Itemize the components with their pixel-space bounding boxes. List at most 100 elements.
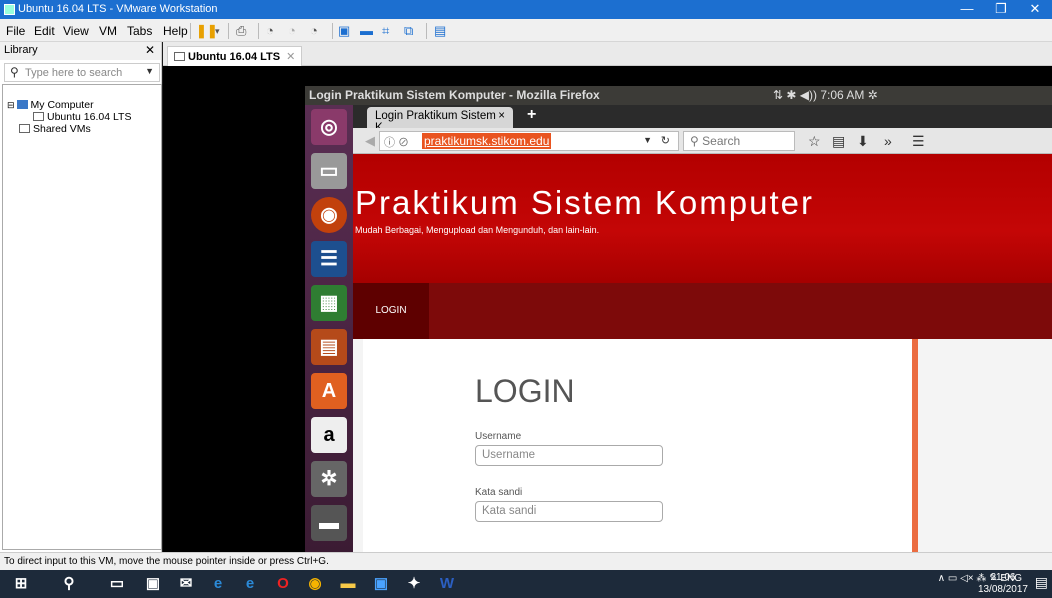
site-content: LOGIN Username Username Kata sandi Kata …: [353, 339, 1052, 552]
unity-launcher: ◎ ▭ ◉ ☰ ▦ ▤ A a ✲ ▬: [305, 105, 353, 552]
file-explorer-icon[interactable]: ▬: [337, 574, 359, 594]
close-button[interactable]: ✕: [1018, 0, 1052, 19]
writer-icon[interactable]: ☰: [311, 241, 347, 277]
library-tree: ⊟ My Computer Ubuntu 16.04 LTS Shared VMs: [2, 84, 162, 550]
site-title[interactable]: Praktikum Sistem Komputer: [355, 184, 814, 222]
clock[interactable]: 21:06 13/08/2017: [978, 572, 1028, 596]
unity-icon[interactable]: ⧉: [404, 23, 413, 39]
vm-tab-strip: Ubuntu 16.04 LTS ✕: [163, 42, 1052, 66]
tree-item-ubuntu[interactable]: Ubuntu 16.04 LTS: [33, 111, 131, 123]
library-close-icon[interactable]: ✕: [145, 43, 155, 57]
show-library-icon[interactable]: ▣: [338, 23, 350, 39]
notification-icon[interactable]: ▤: [1035, 574, 1048, 591]
files-icon[interactable]: ▭: [311, 153, 347, 189]
site-info-icon[interactable]: ⓘ ⊘: [384, 134, 409, 150]
chevron-down-icon[interactable]: ▼: [145, 66, 154, 76]
username-label: Username: [475, 431, 522, 442]
library-panel: Library ✕ ⚲ Type here to search ▼ ⊟ My Co…: [0, 42, 162, 552]
vmware-app-icon: [4, 4, 15, 15]
console-view-icon[interactable]: ▤: [434, 23, 446, 39]
url-text[interactable]: praktikumsk.stikom.edu: [422, 133, 552, 149]
opera-icon[interactable]: O: [272, 574, 294, 594]
download-icon[interactable]: ⬇: [857, 133, 869, 150]
thumbnail-bar-icon[interactable]: ▬: [360, 23, 373, 39]
search-icon[interactable]: ⚲: [58, 574, 80, 594]
mail-icon[interactable]: ✉: [175, 574, 197, 594]
windows-taskbar: ⊞ ⚲ ▭ ▣ ✉ e e O ◉ ▬ ▣ ✦ W ∧ ▭ ◁× ⁂ ✎ ENG…: [0, 570, 1052, 598]
minimize-button[interactable]: —: [950, 0, 984, 19]
hamburger-menu-icon[interactable]: ☰: [912, 133, 925, 150]
menu-edit[interactable]: Edit: [34, 24, 55, 38]
browser-nav-bar: ◀ ⓘ ⊘ praktikumsk.stikom.edu ▼ ↻ ⚲ Searc…: [353, 128, 1052, 154]
guest-desktop[interactable]: Login Praktikum Sistem Komputer - Mozill…: [305, 86, 1052, 552]
guest-window-title: Login Praktikum Sistem Komputer - Mozill…: [309, 88, 600, 102]
app-icon[interactable]: ✦: [403, 574, 425, 594]
menu-view[interactable]: View: [63, 24, 89, 38]
software-center-icon[interactable]: A: [311, 373, 347, 409]
page-scrollbar[interactable]: [912, 339, 918, 552]
tree-item-my-computer[interactable]: ⊟ My Computer: [7, 99, 94, 111]
firefox-window: Login Praktikum Sistem K × + ◀ ⓘ ⊘ prakt…: [353, 105, 1052, 552]
word-icon[interactable]: W: [436, 574, 458, 594]
overflow-icon[interactable]: »: [884, 133, 892, 149]
collapse-icon[interactable]: ⊟: [7, 100, 15, 110]
reload-icon[interactable]: ↻: [661, 134, 670, 147]
vmware-taskbar-icon[interactable]: ▣: [370, 574, 392, 594]
amazon-icon[interactable]: a: [311, 417, 347, 453]
toolbar-separator: [228, 23, 229, 39]
browser-tab[interactable]: Login Praktikum Sistem K ×: [367, 107, 513, 134]
url-bar[interactable]: ⓘ ⊘ praktikumsk.stikom.edu ▼ ↻: [379, 131, 679, 151]
menu-tabs[interactable]: Tabs: [127, 24, 152, 38]
menu-help[interactable]: Help: [163, 24, 188, 38]
username-input[interactable]: Username: [475, 445, 663, 466]
password-input[interactable]: Kata sandi: [475, 501, 663, 522]
tab-label: Ubuntu 16.04 LTS: [188, 51, 281, 63]
menu-file[interactable]: File: [6, 24, 25, 38]
task-view-icon[interactable]: ▭: [106, 574, 128, 594]
ubuntu-dash-icon[interactable]: ◎: [311, 109, 347, 145]
chrome-icon[interactable]: ◉: [304, 574, 326, 594]
status-text: To direct input to this VM, move the mou…: [4, 556, 329, 567]
snapshot-manager-icon[interactable]: ◔: [310, 23, 318, 39]
vm-icon: [33, 112, 44, 121]
menu-vm[interactable]: VM: [99, 24, 117, 38]
tree-item-label: Ubuntu 16.04 LTS: [47, 111, 132, 123]
browser-search-input[interactable]: ⚲ Search: [683, 131, 795, 151]
clock-time: 21:06: [990, 572, 1016, 583]
send-ctrl-alt-del-icon[interactable]: ⎙: [236, 23, 246, 39]
reading-list-icon[interactable]: ▤: [832, 133, 845, 150]
library-title: Library: [4, 44, 38, 56]
maximize-button[interactable]: ❐: [984, 0, 1018, 19]
shared-vms-icon: [19, 124, 30, 133]
library-header: Library ✕: [0, 42, 161, 60]
toolbar-separator: [426, 23, 427, 39]
store-icon[interactable]: ▣: [142, 574, 164, 594]
search-icon: ⚲: [690, 134, 699, 148]
bookmark-star-icon[interactable]: ☆: [808, 133, 821, 150]
chevron-down-icon[interactable]: ▼: [643, 135, 652, 145]
nav-login-link[interactable]: LOGIN: [353, 283, 429, 339]
power-dropdown-icon[interactable]: ▾: [215, 23, 220, 39]
browser-tab-close-icon[interactable]: ×: [498, 110, 505, 122]
back-icon[interactable]: ◀: [365, 133, 375, 149]
calc-icon[interactable]: ▦: [311, 285, 347, 321]
tab-ubuntu[interactable]: Ubuntu 16.04 LTS ✕: [167, 46, 303, 66]
system-settings-icon[interactable]: ✲: [311, 461, 347, 497]
full-screen-icon[interactable]: ⌗: [382, 23, 389, 39]
search-placeholder: Search: [702, 134, 741, 148]
vm-console[interactable]: Login Praktikum Sistem Komputer - Mozill…: [163, 66, 1052, 552]
tab-close-icon[interactable]: ✕: [286, 51, 295, 63]
new-tab-button[interactable]: +: [527, 106, 536, 124]
start-icon[interactable]: ⊞: [10, 574, 32, 594]
login-card: LOGIN Username Username Kata sandi Kata …: [363, 339, 912, 552]
tree-item-shared-vms[interactable]: Shared VMs: [19, 123, 91, 135]
ie-icon[interactable]: e: [207, 574, 229, 594]
impress-icon[interactable]: ▤: [311, 329, 347, 365]
snapshot-icon[interactable]: ◔: [266, 23, 274, 39]
revert-snapshot-icon[interactable]: ◔: [288, 23, 296, 39]
system-indicators[interactable]: ⇅ ✱ ◀)) 7:06 AM ✲: [773, 88, 878, 102]
firefox-icon[interactable]: ◉: [311, 197, 347, 233]
edge-icon[interactable]: e: [239, 574, 261, 594]
terminal-icon[interactable]: ▬: [311, 505, 347, 541]
library-search-input[interactable]: ⚲ Type here to search ▼: [4, 63, 160, 82]
